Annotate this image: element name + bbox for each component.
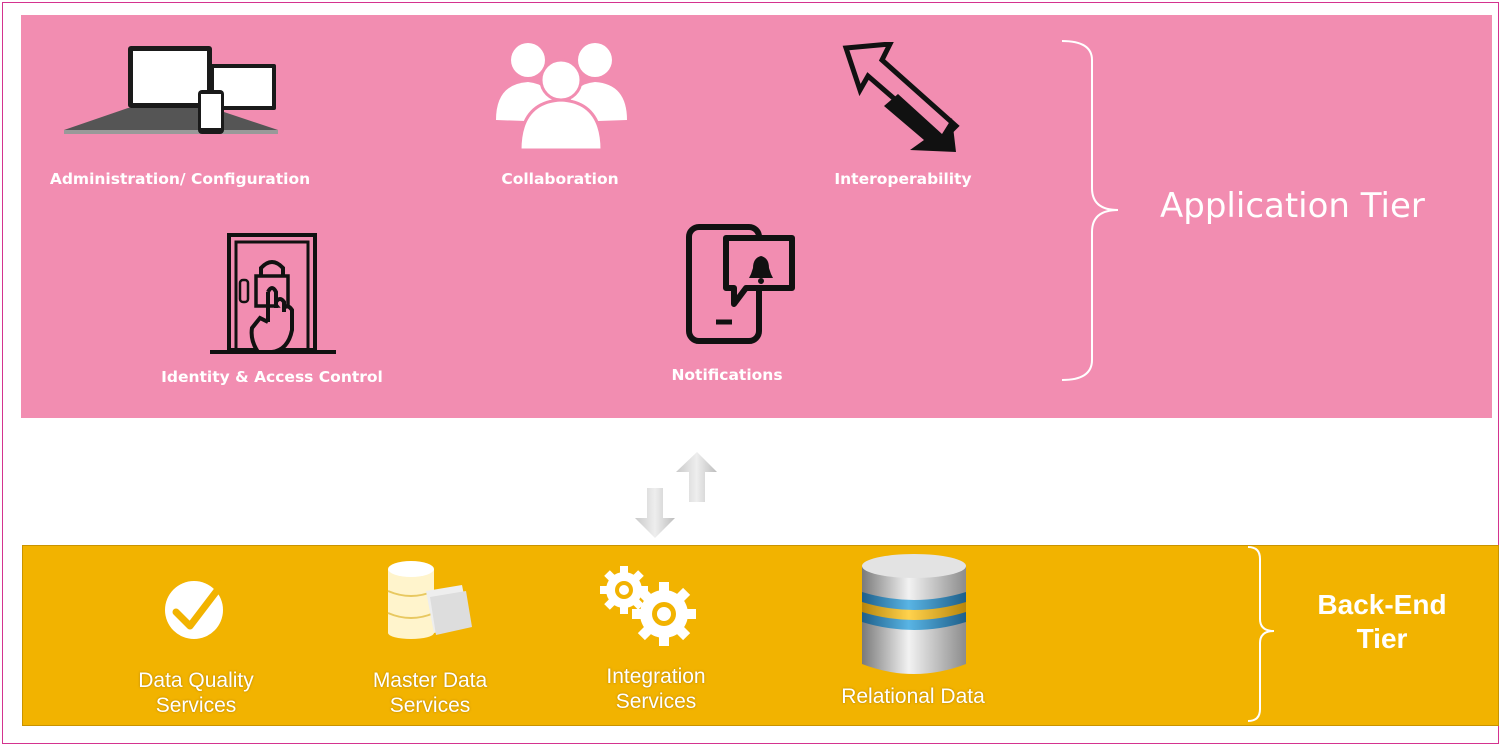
people-icon <box>496 43 627 152</box>
component-label-line1: Integration <box>606 665 706 688</box>
backend-tier-title-line1: Back-End <box>1317 589 1447 620</box>
component-label-line2: Services <box>155 694 237 717</box>
component-label-line1: Data Quality <box>138 669 254 692</box>
component-label-line1: Relational Data <box>841 685 985 708</box>
gears-icon <box>600 566 696 646</box>
application-tier-title: Application Tier <box>1160 186 1425 226</box>
bidirectional-arrow-icon <box>842 42 960 152</box>
component-label-line2: Services <box>615 690 697 713</box>
checkmark-icon <box>165 580 226 639</box>
door-lock-icon <box>210 233 336 354</box>
component-label-line1: Master Data <box>372 669 488 692</box>
backend-tier-bracket <box>1247 546 1275 722</box>
application-tier-bracket <box>1061 40 1119 381</box>
component-label: Administration/ Configuration <box>49 170 311 188</box>
component-label: Notifications <box>671 366 783 384</box>
component-label-line2: Services <box>389 694 471 717</box>
component-label: Identity & Access Control <box>161 368 383 386</box>
mobile-notification-icon <box>686 224 795 344</box>
component-label: Collaboration <box>501 170 619 188</box>
component-label: Interoperability <box>834 170 972 188</box>
devices-icon <box>64 46 278 134</box>
database-documents-icon <box>387 561 472 639</box>
database-cylinder-icon <box>862 554 966 674</box>
up-down-arrows-icon <box>635 452 717 538</box>
backend-tier-title-line2: Tier <box>1356 623 1408 654</box>
